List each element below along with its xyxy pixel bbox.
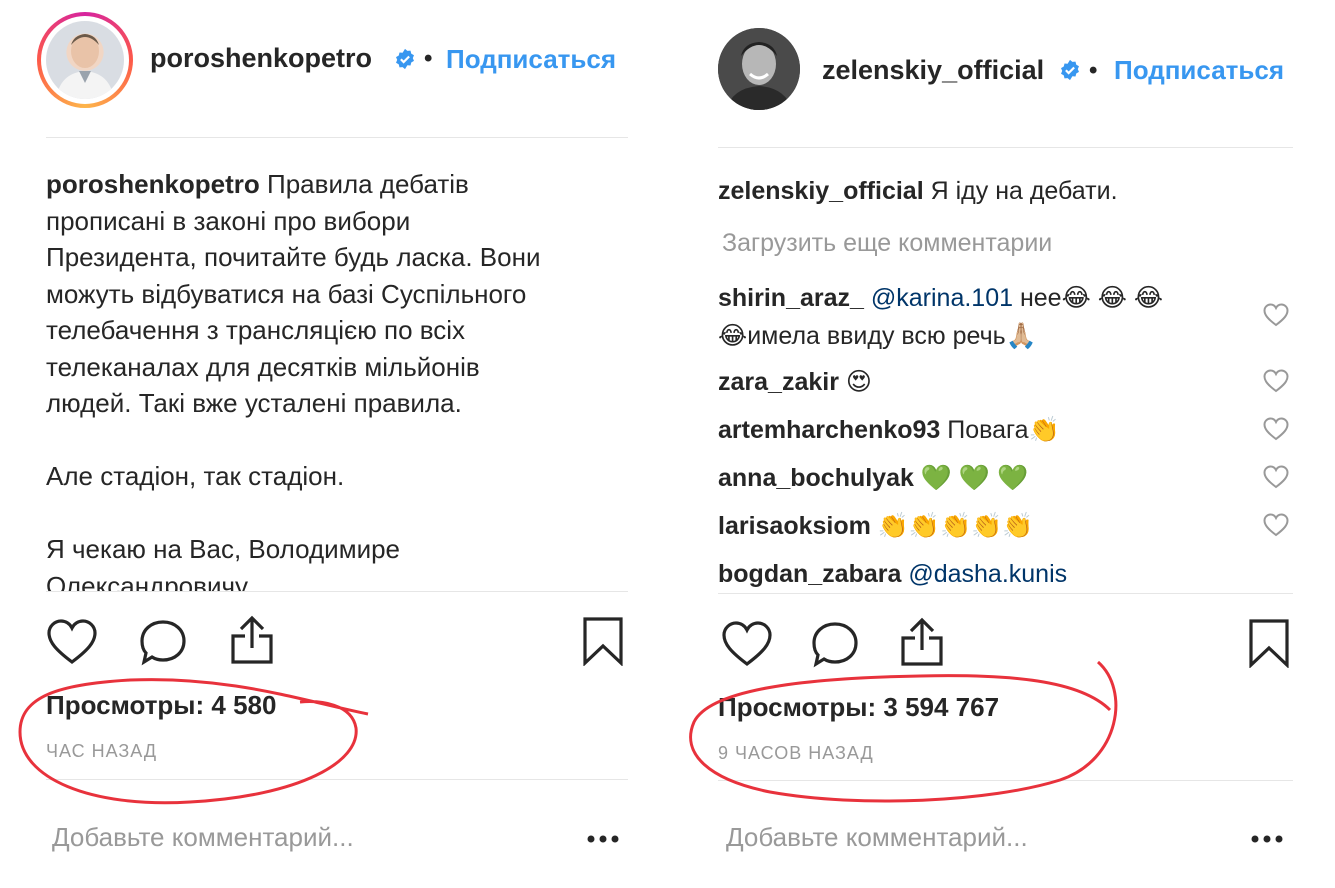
comment-text-line2: 😂имела ввиду всю речь🙏🏼 — [718, 322, 1037, 350]
caption-username[interactable]: zelenskiy_official — [718, 177, 924, 205]
views-count[interactable]: Просмотры: 4 580 — [46, 690, 276, 721]
comment-like-heart-icon[interactable] — [1263, 465, 1289, 489]
comment-icon[interactable] — [138, 618, 188, 666]
comment-text: нее😂 😂 😂 — [1013, 284, 1164, 312]
verified-badge-icon — [1061, 59, 1079, 81]
avatar[interactable] — [46, 21, 124, 99]
comment-row: artemharchenko93 Повага👏 — [718, 411, 1060, 449]
share-icon[interactable] — [898, 616, 946, 668]
comment-like-heart-icon[interactable] — [1263, 417, 1289, 441]
add-comment-input[interactable]: Добавьте комментарий... — [52, 822, 354, 853]
more-options-icon[interactable] — [586, 834, 620, 844]
divider — [46, 137, 628, 138]
comment-mention[interactable]: @karina.101 — [871, 284, 1013, 312]
divider — [46, 779, 628, 780]
annotation-circle — [18, 678, 369, 805]
comment-row: shirin_araz_ @karina.101 нее😂 😂 😂 😂имела … — [718, 279, 1163, 355]
comment-like-heart-icon[interactable] — [1263, 303, 1289, 327]
caption-username[interactable]: poroshenkopetro — [46, 169, 260, 199]
caption: poroshenkopetro Правила дебатів прописан… — [46, 166, 646, 591]
left-post: poroshenkopetro • Подписаться poroshenko… — [0, 0, 660, 888]
separator-dot: • — [1089, 57, 1098, 84]
follow-button[interactable]: Подписаться — [446, 44, 628, 75]
divider — [718, 780, 1293, 781]
comment-username[interactable]: shirin_araz_ — [718, 284, 864, 312]
bookmark-icon[interactable] — [582, 616, 624, 666]
separator-dot: • — [424, 45, 433, 72]
comment-username[interactable]: artemharchenko93 — [718, 416, 940, 444]
comment-username[interactable]: larisaoksiom — [718, 512, 871, 540]
username[interactable]: zelenskiy_official — [822, 55, 1044, 86]
right-post: zelenskiy_official • Подписаться zelensk… — [660, 0, 1335, 888]
comment-like-heart-icon[interactable] — [1263, 369, 1289, 393]
comment-row: larisaoksiom 👏👏👏👏👏 — [718, 507, 1033, 545]
heart-icon[interactable] — [721, 620, 773, 668]
post-time: ЧАС НАЗАД — [46, 741, 158, 761]
comment-row: bogdan_zabara @dasha.kunis — [718, 555, 1067, 591]
comment-text: 💚 💚 💚 — [913, 464, 1029, 492]
follow-button[interactable]: Подписаться — [1114, 55, 1292, 86]
comment-row: anna_bochulyak 💚 💚 💚 — [718, 459, 1028, 497]
comment-text: Повага👏 — [940, 416, 1060, 444]
annotation-circle — [689, 660, 1118, 803]
load-more-comments-link[interactable]: Загрузить еще комментарии — [722, 229, 1052, 258]
comment-like-heart-icon[interactable] — [1263, 513, 1289, 537]
comment-icon[interactable] — [810, 620, 860, 668]
verified-badge-icon — [396, 48, 414, 70]
comment-mention[interactable]: @dasha.kunis — [908, 560, 1067, 588]
add-comment-input[interactable]: Добавьте комментарий... — [726, 822, 1028, 853]
share-icon[interactable] — [228, 614, 276, 666]
divider — [718, 147, 1293, 148]
heart-icon[interactable] — [46, 618, 98, 666]
bookmark-icon[interactable] — [1248, 618, 1290, 668]
caption-text: Правила дебатів прописані в законі про в… — [46, 169, 541, 591]
comment-text: 👏👏👏👏👏 — [870, 512, 1034, 540]
views-count[interactable]: Просмотры: 3 594 767 — [718, 692, 999, 723]
comment-text: 😍 — [838, 368, 872, 396]
username[interactable]: poroshenkopetro — [150, 43, 372, 74]
comment-username[interactable]: anna_bochulyak — [718, 464, 914, 492]
comment-username[interactable]: zara_zakir — [718, 368, 839, 396]
comment-username[interactable]: bogdan_zabara — [718, 560, 901, 588]
comment-row: zara_zakir 😍 — [718, 363, 872, 401]
divider — [718, 593, 1293, 594]
more-options-icon[interactable] — [1250, 834, 1284, 844]
caption-text: Я іду на дебати. — [923, 177, 1118, 205]
caption: zelenskiy_official Я іду на дебати. — [718, 172, 1118, 210]
divider — [46, 591, 628, 592]
post-time: 9 ЧАСОВ НАЗАД — [718, 743, 874, 763]
avatar[interactable] — [718, 28, 800, 110]
